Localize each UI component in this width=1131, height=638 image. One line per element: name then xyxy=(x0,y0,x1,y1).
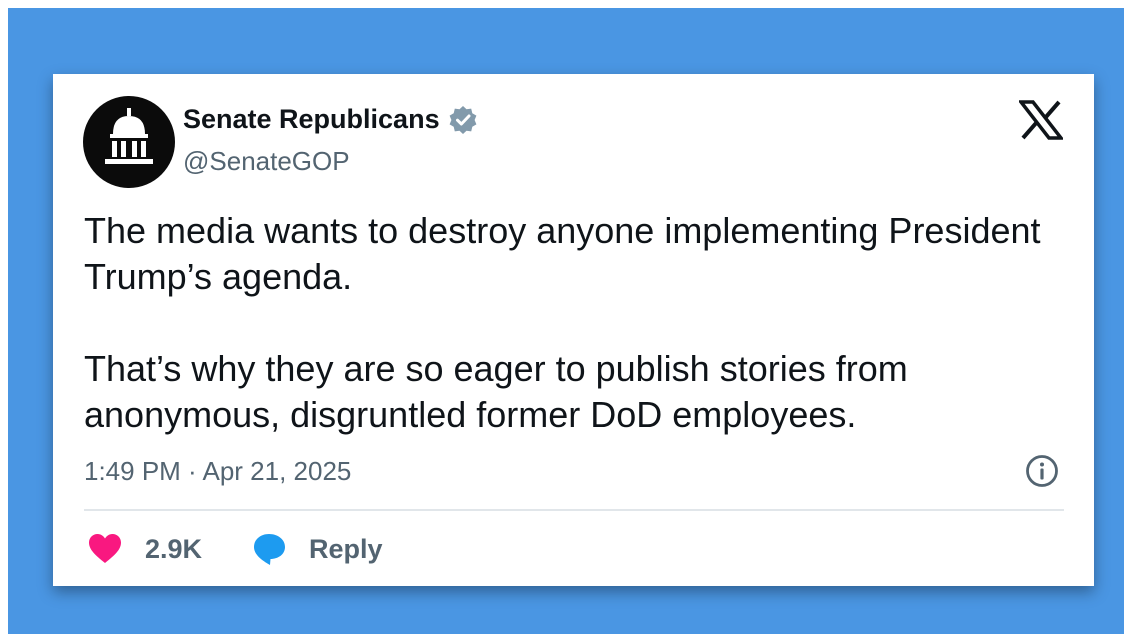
verified-badge-icon xyxy=(449,105,476,134)
account-handle[interactable]: @SenateGOP xyxy=(183,146,350,177)
avatar[interactable] xyxy=(83,96,175,188)
info-icon[interactable] xyxy=(1025,454,1059,488)
account-name[interactable]: Senate Republicans xyxy=(183,104,440,135)
like-button[interactable]: 2.9K xyxy=(87,526,202,572)
background-frame: Senate Republicans @SenateGOP The media … xyxy=(8,8,1124,634)
tweet-paragraph: The media wants to destroy anyone implem… xyxy=(84,210,1041,297)
tweet-timestamp[interactable]: 1:49 PM · Apr 21, 2025 xyxy=(84,456,351,487)
x-logo-icon[interactable] xyxy=(1019,100,1063,140)
reply-label: Reply xyxy=(309,533,383,564)
reply-button[interactable]: Reply xyxy=(251,526,383,572)
reply-bubble-icon xyxy=(254,534,285,565)
heart-icon xyxy=(89,534,121,563)
tweet-paragraph: That’s why they are so eager to publish … xyxy=(84,348,908,435)
tweet-text: The media wants to destroy anyone implem… xyxy=(84,208,1064,438)
divider xyxy=(84,509,1064,511)
tweet-card: Senate Republicans @SenateGOP The media … xyxy=(53,74,1094,586)
account-name-row: Senate Republicans xyxy=(183,104,478,135)
capitol-building-icon xyxy=(105,108,153,164)
like-count: 2.9K xyxy=(145,533,203,564)
